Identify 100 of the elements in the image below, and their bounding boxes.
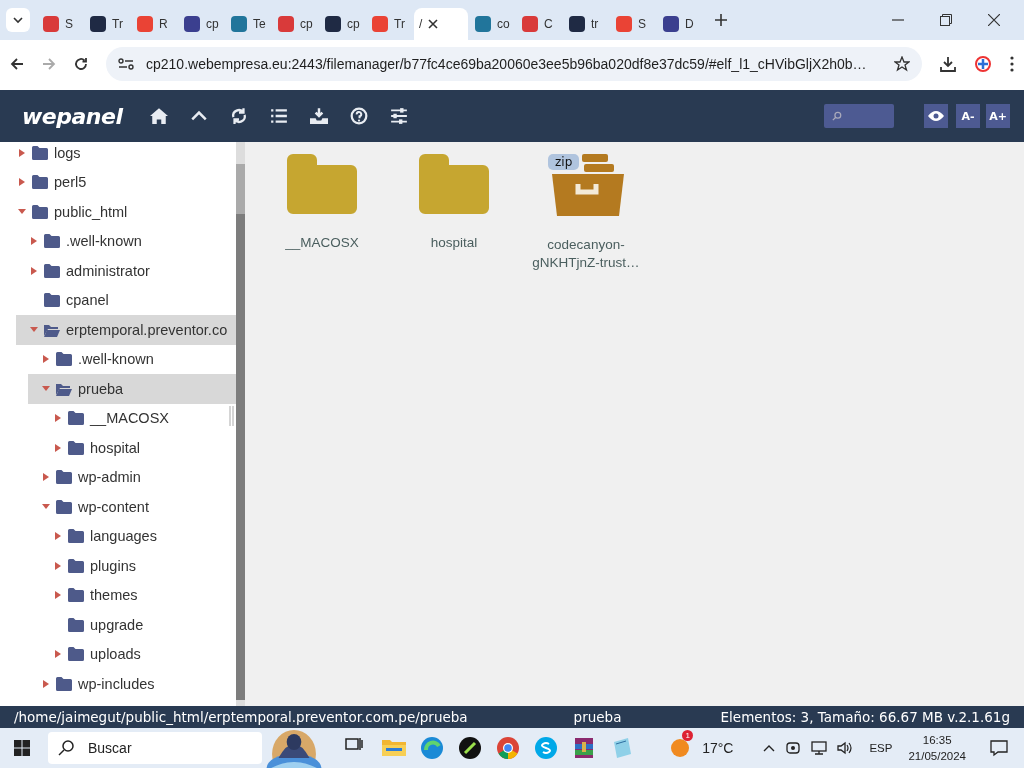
tree-item[interactable]: .well-known: [28, 344, 236, 374]
collapse-arrow-icon[interactable]: [42, 384, 50, 393]
notifications-icon[interactable]: [990, 739, 1008, 757]
expand-arrow-icon[interactable]: [42, 679, 50, 688]
resize-grip-icon[interactable]: [229, 406, 234, 426]
chrome-icon[interactable]: [496, 736, 520, 760]
clock[interactable]: 16:35 21/05/2024: [908, 731, 966, 765]
network-icon[interactable]: [811, 740, 828, 756]
tree-item[interactable]: uploads: [40, 639, 236, 669]
address-bar[interactable]: cp210.webempresa.eu:2443/filemanager/b77fc4ce69ba20060e3ee5b96ba020df8e37dc59/#elf_l1_cHVibGljX2h0b…: [106, 47, 922, 81]
collapse-arrow-icon[interactable]: [30, 325, 38, 334]
browser-tab[interactable]: C: [517, 8, 562, 40]
search-field[interactable]: [824, 104, 894, 128]
browser-tab[interactable]: cp: [179, 8, 224, 40]
home-icon[interactable]: [150, 107, 169, 125]
camera-icon[interactable]: [785, 740, 802, 756]
star-icon[interactable]: [894, 56, 910, 72]
expand-arrow-icon[interactable]: [18, 148, 26, 157]
tree-item[interactable]: administrator: [16, 256, 236, 286]
url-text: cp210.webempresa.eu:2443/filemanager/b77fc4ce69ba20060e3ee5b96ba020df8e37dc59/#elf_l1_cHVibGljX2h0b…: [146, 56, 868, 72]
expand-arrow-icon[interactable]: [54, 532, 62, 541]
archiver-icon[interactable]: [572, 736, 596, 760]
app-icon[interactable]: [458, 736, 482, 760]
tree-item[interactable]: __MACOSX: [40, 403, 236, 433]
tree-item[interactable]: cpanel: [16, 285, 236, 315]
folder-icon: [44, 293, 60, 308]
restore-icon[interactable]: [940, 14, 952, 26]
expand-arrow-icon[interactable]: [54, 650, 62, 659]
extension-icon[interactable]: [974, 55, 992, 73]
expand-arrow-icon[interactable]: [42, 473, 50, 482]
tree-item[interactable]: wp-content: [28, 492, 236, 522]
tree-item[interactable]: plugins: [40, 551, 236, 581]
site-icon: [372, 16, 388, 32]
scrollbar[interactable]: [236, 142, 245, 706]
expand-arrow-icon[interactable]: [18, 178, 26, 187]
expand-arrow-icon[interactable]: [54, 414, 62, 423]
eye-icon: [928, 111, 944, 121]
help-icon[interactable]: [350, 107, 369, 125]
download-icon[interactable]: [310, 107, 329, 125]
tree-item[interactable]: themes: [40, 580, 236, 610]
download-icon[interactable]: [940, 56, 956, 72]
browser-tab[interactable]: Tr: [367, 8, 412, 40]
tab-list-button[interactable]: [6, 8, 30, 32]
more-icon[interactable]: [1010, 56, 1014, 72]
tree-item[interactable]: prueba: [28, 374, 236, 404]
file-name: hospital: [429, 234, 479, 252]
expand-arrow-icon[interactable]: [54, 443, 62, 452]
browser-tab[interactable]: Te: [226, 8, 271, 40]
browser-tab[interactable]: tr: [564, 8, 609, 40]
folder-icon: [68, 617, 84, 632]
new-tab-icon[interactable]: [715, 14, 727, 26]
tree-item[interactable]: logs: [4, 142, 236, 168]
forward-icon[interactable]: [42, 57, 56, 71]
tree-item[interactable]: erptemporal.preventor.co: [16, 315, 236, 345]
windows-icon[interactable]: [14, 740, 30, 756]
close-icon[interactable]: [428, 19, 439, 29]
current-folder: prueba: [573, 709, 622, 725]
tree-item[interactable]: perl5: [4, 167, 236, 197]
browser-tab[interactable]: Tr: [85, 8, 130, 40]
current-path: /home/jaimegut/public_html/erptemporal.preventor.com.pe/prueba: [14, 709, 468, 725]
refresh-icon[interactable]: [230, 107, 249, 125]
view-button[interactable]: [924, 104, 948, 128]
site-icon: [231, 16, 247, 32]
taskbar-search[interactable]: Buscar: [48, 732, 262, 764]
tree-item[interactable]: wp-admin: [28, 462, 236, 492]
font-size-button[interactable]: A+: [986, 104, 1010, 128]
sliders-icon[interactable]: [390, 107, 409, 125]
back-icon[interactable]: [10, 57, 24, 71]
expand-arrow-icon[interactable]: [42, 355, 50, 364]
browser-tab[interactable]: S: [611, 8, 656, 40]
expand-arrow-icon[interactable]: [54, 561, 62, 570]
tree-item[interactable]: languages: [40, 521, 236, 551]
tree-item[interactable]: public_html: [4, 197, 236, 227]
browser-tab[interactable]: /: [414, 8, 468, 40]
tree-item[interactable]: .well-known: [16, 226, 236, 256]
tree-item[interactable]: wp-includes: [28, 669, 236, 699]
tree-item[interactable]: upgrade: [40, 610, 236, 640]
volume-icon[interactable]: [837, 740, 854, 756]
browser-tab[interactable]: cp: [273, 8, 318, 40]
browser-tab[interactable]: co: [470, 8, 515, 40]
collapse-arrow-icon[interactable]: [18, 207, 26, 216]
collapse-arrow-icon[interactable]: [42, 502, 50, 511]
reload-icon[interactable]: [74, 57, 88, 71]
browser-tab[interactable]: R: [132, 8, 177, 40]
chevron-up-icon[interactable]: [763, 744, 776, 752]
font-size-button[interactable]: A-: [956, 104, 980, 128]
folder-icon: [68, 440, 84, 455]
site-icon: [90, 16, 106, 32]
browser-tab[interactable]: S: [38, 8, 83, 40]
browser-icon[interactable]: [420, 736, 444, 760]
browser-tab[interactable]: cp: [320, 8, 365, 40]
expand-arrow-icon[interactable]: [54, 591, 62, 600]
expand-arrow-icon[interactable]: [30, 266, 38, 275]
language-indicator[interactable]: ESP: [869, 742, 893, 754]
tree-item[interactable]: hospital: [40, 433, 236, 463]
skype-icon[interactable]: [534, 736, 558, 760]
expand-arrow-icon[interactable]: [30, 237, 38, 246]
browser-tab[interactable]: D: [658, 8, 703, 40]
close-icon[interactable]: [988, 14, 1000, 26]
list-icon[interactable]: [270, 107, 289, 125]
